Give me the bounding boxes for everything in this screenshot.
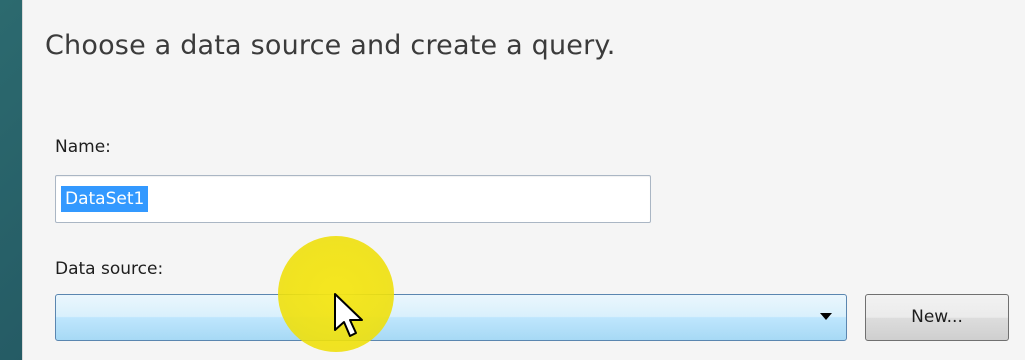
- new-data-source-button[interactable]: New...: [865, 294, 1009, 341]
- dataset-properties-panel: Choose a data source and create a query.…: [22, 0, 1025, 360]
- arrow-cursor-icon: [334, 293, 363, 337]
- data-source-dropdown[interactable]: [55, 294, 847, 341]
- page-title: Choose a data source and create a query.: [45, 30, 616, 61]
- name-input-selected-text: DataSet1: [61, 186, 149, 212]
- name-input[interactable]: DataSet1: [55, 175, 651, 223]
- data-source-label: Data source:: [55, 259, 164, 279]
- name-label: Name:: [55, 137, 111, 157]
- chevron-down-icon[interactable]: [820, 313, 832, 320]
